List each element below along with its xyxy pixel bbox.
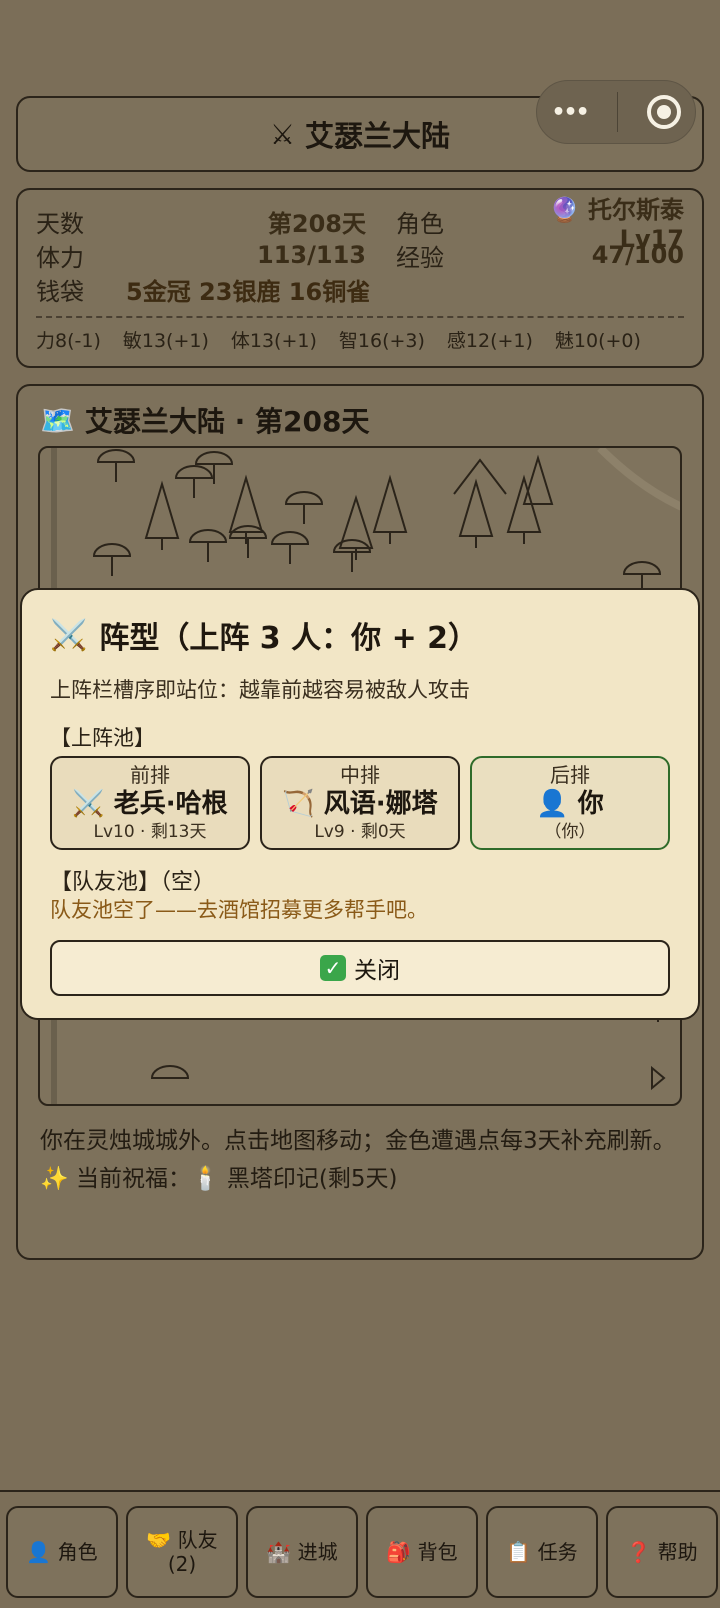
- slot-name: 你: [577, 789, 604, 819]
- slot-position: 中排: [340, 763, 380, 787]
- stamina-value: 113/113: [257, 241, 366, 269]
- attr-agility: 敏13(+1): [122, 330, 209, 352]
- close-label: 关闭: [354, 958, 400, 984]
- crossed-swords-icon: ⚔: [269, 117, 296, 151]
- nav-bag-label: 背包: [417, 1540, 458, 1564]
- person-icon: 👤: [536, 789, 569, 819]
- backpack-icon: 🎒: [386, 1540, 412, 1564]
- nav-city-label: 进城: [297, 1540, 338, 1564]
- nav-teammates-button[interactable]: 🤝 队友 (2): [126, 1506, 238, 1598]
- role-label: 角色: [396, 209, 444, 238]
- dialog-subtitle: 上阵栏槽序即站位：越靠前越容易被敌人攻击: [50, 678, 470, 702]
- purse-value: 5金冠 23银鹿 16铜雀: [126, 277, 371, 306]
- map-title: 艾瑟兰大陆 · 第208天: [84, 405, 370, 438]
- stats-divider: [36, 316, 684, 318]
- map-hint: 你在灵烛城城外。点击地图移动；金色遭遇点每3天补充刷新。: [40, 1128, 676, 1154]
- teammate-count: (2): [167, 1552, 197, 1576]
- nav-help-label: 帮助: [657, 1540, 698, 1564]
- slot-meta: Lv10 · 剩13天: [93, 822, 207, 842]
- target-icon: [656, 105, 671, 119]
- exp-label: 经验: [396, 243, 444, 272]
- nav-character-label: 角色: [57, 1540, 98, 1564]
- clipboard-icon: 📋: [506, 1540, 532, 1564]
- slot-position: 后排: [550, 763, 590, 787]
- attr-constitution: 体13(+1): [230, 330, 317, 352]
- teammate-pool-empty: 队友池空了——去酒馆招募更多帮手吧。: [50, 898, 428, 922]
- attr-charisma: 魅10(+0): [554, 330, 641, 352]
- nav-help-button[interactable]: ❓ 帮助: [606, 1506, 718, 1598]
- teammate-pool-label: 【队友池】（空）: [50, 870, 216, 895]
- check-icon: ✓: [320, 955, 346, 981]
- stats-panel: 天数 第208天 角色 🔮 托尔斯泰 Lv17 体力 113/113 经验 47…: [16, 188, 704, 368]
- exp-value: 47/100: [591, 241, 684, 269]
- person-icon: 👤: [26, 1540, 52, 1564]
- page-title: 艾瑟兰大陆: [305, 119, 451, 153]
- slot-front[interactable]: 前排 ⚔️ 老兵·哈根 Lv10 · 剩13天: [50, 756, 250, 850]
- lineup-pool-label: 【上阵池】: [50, 726, 155, 750]
- miniprogram-capsule: •••: [536, 80, 696, 144]
- swords-icon: ⚔️: [72, 789, 105, 819]
- slot-name: 风语·娜塔: [323, 789, 438, 819]
- attr-perception: 感12(+1): [446, 330, 533, 352]
- dialog-title: 阵型（上阵 3 人：你 + 2）: [99, 621, 479, 656]
- map-icon: 🗺️: [40, 403, 75, 437]
- nav-teammates-label: 队友: [177, 1528, 218, 1552]
- nav-bag-button[interactable]: 🎒 背包: [366, 1506, 478, 1598]
- slot-back[interactable]: 后排 👤 你 （你）: [470, 756, 670, 850]
- attr-intelligence: 智16(+3): [338, 330, 425, 352]
- nav-quest-button[interactable]: 📋 任务: [486, 1506, 598, 1598]
- close-miniprogram-button[interactable]: [646, 95, 681, 129]
- attribute-list: 力8(-1) 敏13(+1) 体13(+1) 智16(+3) 感12(+1) 魅…: [36, 326, 684, 353]
- current-blessing: ✨ 当前祝福：🕯️ 黑塔印记(剩5天): [40, 1166, 398, 1192]
- capsule-divider: [616, 92, 618, 132]
- slot-middle[interactable]: 中排 🏹 风语·娜塔 Lv9 · 剩0天: [260, 756, 460, 850]
- nav-quest-label: 任务: [537, 1540, 578, 1564]
- nav-city-button[interactable]: 🏰 进城: [246, 1506, 358, 1598]
- close-button[interactable]: ✓ 关闭: [50, 940, 670, 996]
- crystal-ball-icon: 🔮: [549, 195, 588, 224]
- question-icon: ❓: [626, 1540, 652, 1564]
- more-menu-button[interactable]: •••: [551, 100, 589, 125]
- slot-meta: （你）: [544, 822, 596, 842]
- stamina-label: 体力: [36, 243, 84, 272]
- crossed-swords-icon: ⚔️: [50, 617, 88, 653]
- slot-meta: Lv9 · 剩0天: [314, 822, 406, 842]
- attr-strength: 力8(-1): [36, 330, 101, 352]
- slot-position: 前排: [130, 763, 170, 787]
- formation-dialog: ⚔️ 阵型（上阵 3 人：你 + 2） 上阵栏槽序即站位：越靠前越容易被敌人攻击…: [20, 588, 700, 1020]
- handshake-icon: 🤝: [146, 1528, 172, 1552]
- nav-character-button[interactable]: 👤 角色: [6, 1506, 118, 1598]
- lineup-slots: 前排 ⚔️ 老兵·哈根 Lv10 · 剩13天 中排 🏹 风语·娜塔 Lv9 ·…: [50, 756, 670, 850]
- castle-icon: 🏰: [266, 1540, 292, 1564]
- slot-name: 老兵·哈根: [113, 789, 228, 819]
- purse-label: 钱袋: [36, 277, 84, 306]
- days-label: 天数: [36, 209, 84, 238]
- days-value: 第208天: [267, 209, 366, 238]
- bow-icon: 🏹: [282, 789, 315, 819]
- bottom-nav: 👤 角色 🤝 队友 (2) 🏰 进城 🎒 背包 📋 任务 ❓ 帮助: [0, 1490, 720, 1608]
